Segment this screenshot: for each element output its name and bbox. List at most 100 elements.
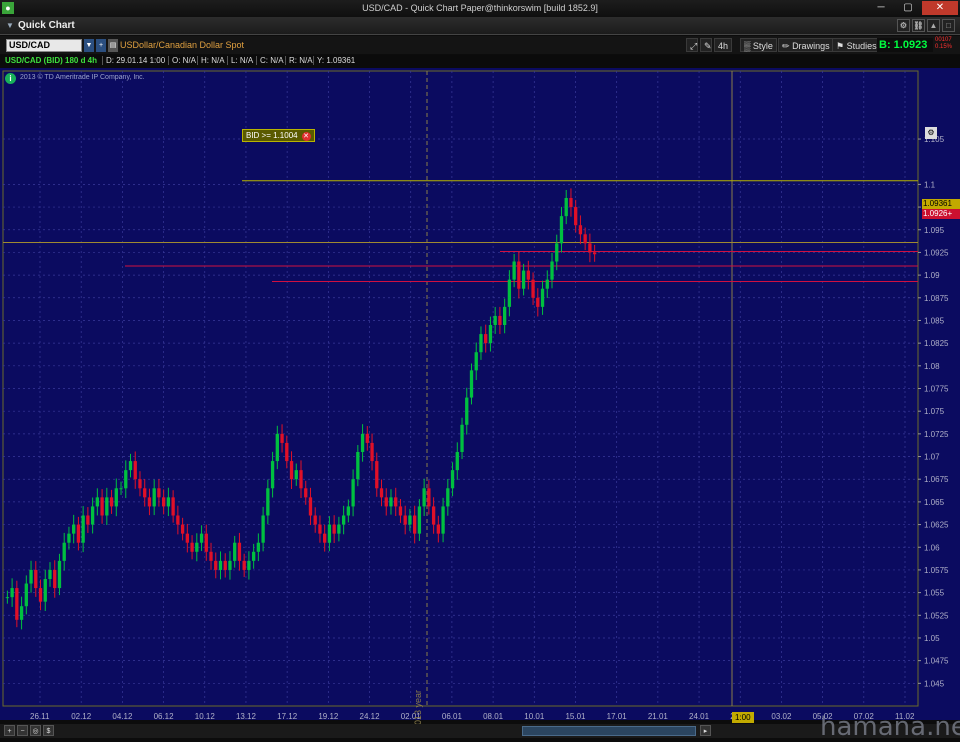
candle-body [24,583,28,607]
candle-body [531,279,535,298]
wrench-icon[interactable]: ✎ [700,38,712,52]
candle-body [569,198,573,208]
chart-bottom-bar: + − ◎ $ ▸ [0,724,960,738]
candle-body [356,452,360,480]
candle-body [237,542,242,561]
info-open: O: N/A [168,56,196,65]
settings-icon[interactable]: ⚙ [897,19,910,32]
candle-body [242,560,246,570]
candle-body [323,533,327,543]
candle-body [266,488,270,516]
candle-body [512,261,516,280]
candle-body [43,579,47,602]
candle-body [360,433,365,452]
candle-body [474,352,478,371]
candle-body [100,497,104,516]
close-button[interactable]: ✕ [922,1,958,15]
candle-body [299,470,303,489]
aggregation-selector[interactable]: 4h [714,38,733,52]
y-tick-label: 1.1 [924,180,936,189]
expand-icon[interactable]: ⤢ [686,38,698,52]
reset-zoom-icon[interactable]: ◎ [30,725,41,736]
app-window: ● USD/CAD - Quick Chart Paper@thinkorswi… [0,0,960,742]
candle-body [521,270,526,289]
candle-body [389,497,393,507]
chart-canvas[interactable]: 1.1051.11.09751.0951.09251.091.08751.085… [0,68,960,720]
pin-icon[interactable]: ▲ [927,19,940,32]
doc-icon[interactable]: ▤ [108,39,118,52]
candle-body [38,588,43,602]
y-tick-label: 1.0725 [924,430,949,439]
candle-body [408,515,412,525]
candle-body [86,515,90,525]
candle-body [517,261,521,289]
bid-change-points: 00107 [935,37,952,43]
studies-menu-button[interactable]: ⚑ Studies [832,38,881,52]
candle-body [214,560,218,570]
y-tick-label: 1.0825 [924,339,949,348]
symbol-dropdown-icon[interactable]: ▼ [84,39,94,52]
candle-body [285,442,289,462]
candle-body [147,497,152,507]
candle-body [19,606,24,620]
maximize-button[interactable]: ▢ [895,1,921,15]
collapse-chevron-icon[interactable]: ▼ [6,21,14,30]
y-tick-label: 1.09 [924,271,940,280]
candle-body [48,569,52,579]
dollar-icon[interactable]: $ [43,725,54,736]
scroll-right-icon[interactable]: ▸ [700,725,711,736]
bid-change: 00107 0.15% [935,37,960,51]
zoom-out-icon[interactable]: − [17,725,28,736]
candle-body [346,506,351,516]
zoom-in-icon[interactable]: + [4,725,15,736]
maximize-panel-icon[interactable]: □ [942,19,955,32]
candle-body [138,479,142,489]
candle-body [583,234,587,244]
link-icon[interactable]: ⛓ [912,19,925,32]
candle-body [5,597,10,599]
candle-body [62,542,66,561]
candle-body [337,524,341,534]
candle-body [441,506,445,534]
candle-body [550,261,554,280]
candle-body [228,560,232,570]
x-tick-label: 19.12 [318,712,339,720]
candle-body [95,497,100,507]
y-tick-label: 1.0625 [924,521,949,530]
drawings-label: Drawings [792,41,830,51]
studies-label: Studies [846,41,877,51]
candle-body [90,506,95,525]
y-tick-label: 1.0475 [924,657,949,666]
alert-close-icon[interactable]: ✕ [301,132,311,141]
candle-body [460,424,464,452]
bid-change-percent: 0.15% [935,44,953,50]
price-alert-tag[interactable]: BID >= 1.1004 ✕ [242,129,315,142]
y-tick-label: 1.06 [924,543,940,552]
price-chart[interactable]: 1.1051.11.09751.0951.09251.091.08751.085… [0,68,960,730]
candle-body [247,560,251,570]
pencil-icon: ✏ [782,41,790,51]
candle-body [341,515,346,525]
candle-body [422,488,426,507]
minimize-button[interactable]: ─ [868,1,894,15]
candle-body [450,470,455,489]
candle-body [209,551,213,561]
candle-body [536,297,540,307]
x-tick-label: 13.12 [236,712,257,720]
style-menu-button[interactable]: ▒ Style [740,38,777,52]
candle-body [15,588,19,620]
x-tick-label: 15.01 [565,712,586,720]
candle-body [455,452,459,471]
candle-body [34,569,38,589]
candle-body [67,533,71,543]
info-icon[interactable]: i [5,73,16,84]
symbol-input[interactable]: USD/CAD [6,39,82,52]
y-tick-label: 1.055 [924,589,945,598]
chart-scrollbar[interactable] [522,726,696,736]
candle-body [81,515,85,543]
symbol-lookup-icon[interactable]: + [96,39,106,52]
chart-settings-icon[interactable]: ⚙ [925,127,937,139]
candle-body [53,569,57,589]
candle-body [502,306,507,325]
drawings-menu-button[interactable]: ✏ Drawings [778,38,834,52]
